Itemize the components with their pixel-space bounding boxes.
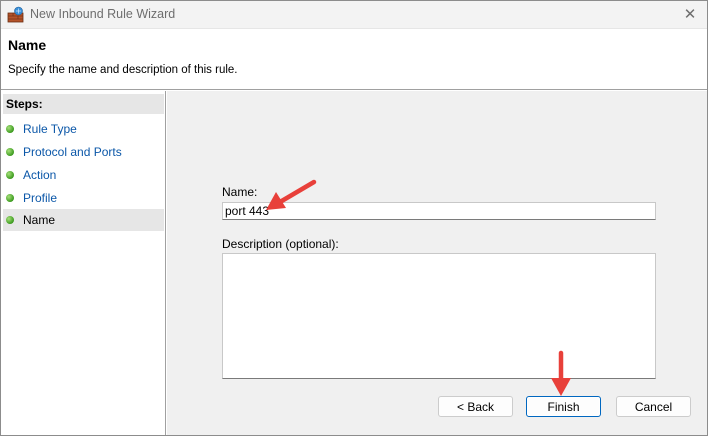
steps-panel: Steps: Rule Type Protocol and Ports Acti… — [1, 91, 166, 435]
page-subtitle: Specify the name and description of this… — [8, 64, 238, 76]
step-complete-icon — [6, 148, 14, 156]
name-field[interactable] — [222, 202, 656, 220]
window-title: New Inbound Rule Wizard — [30, 7, 176, 21]
step-current-icon — [6, 216, 14, 224]
wizard-header: Name Specify the name and description of… — [1, 30, 707, 90]
description-label: Description (optional): — [222, 237, 339, 251]
content-panel: Name: Description (optional): < Back Fin… — [167, 91, 707, 435]
step-label: Profile — [23, 191, 58, 205]
step-label: Name — [23, 213, 56, 227]
name-label: Name: — [222, 185, 258, 199]
title-bar: New Inbound Rule Wizard ✕ — [1, 1, 707, 29]
step-action[interactable]: Action — [3, 164, 164, 186]
step-label: Action — [23, 168, 57, 182]
step-complete-icon — [6, 194, 14, 202]
description-field[interactable] — [222, 253, 656, 379]
cancel-button[interactable]: Cancel — [616, 396, 691, 417]
step-label: Protocol and Ports — [23, 145, 122, 159]
step-rule-type[interactable]: Rule Type — [3, 118, 164, 140]
close-button[interactable]: ✕ — [677, 3, 703, 25]
finish-button[interactable]: Finish — [526, 396, 601, 417]
step-protocol-and-ports[interactable]: Protocol and Ports — [3, 141, 164, 163]
close-icon: ✕ — [683, 6, 697, 23]
page-title: Name — [8, 37, 47, 53]
step-complete-icon — [6, 125, 14, 133]
step-profile[interactable]: Profile — [3, 187, 164, 209]
wizard-window: New Inbound Rule Wizard ✕ Name Specify t… — [0, 0, 708, 436]
step-complete-icon — [6, 171, 14, 179]
back-button[interactable]: < Back — [438, 396, 513, 417]
step-label: Rule Type — [23, 122, 77, 136]
steps-heading: Steps: — [3, 94, 164, 114]
step-name[interactable]: Name — [3, 209, 164, 231]
firewall-icon — [7, 6, 24, 23]
